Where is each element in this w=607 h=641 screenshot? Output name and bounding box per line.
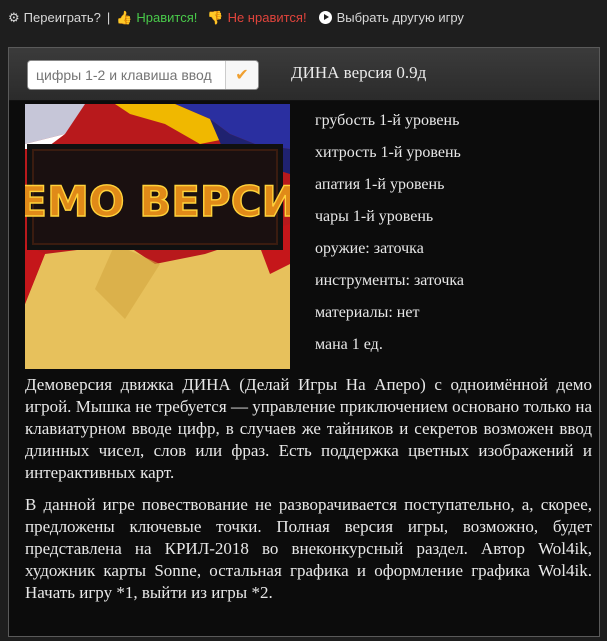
game-panel: ✔ ДИНА версия 0.9д ДЕМО ВЕРСИЯ (8, 47, 600, 637)
like-label: Нравится! (136, 9, 198, 25)
panel-header: ✔ ДИНА версия 0.9д (9, 48, 599, 101)
stat-cunning: хитрость 1-й уровень (315, 144, 461, 161)
art-caption: ДЕМО ВЕРСИЯ (25, 177, 290, 226)
demo-version-image: ДЕМО ВЕРСИЯ (25, 104, 290, 369)
stat-mana: мана 1 ед. (315, 336, 383, 353)
demo-art: ДЕМО ВЕРСИЯ (25, 104, 290, 369)
replay-label: Переиграть? (23, 9, 101, 25)
dislike-button[interactable]: 👎 Не нравится! (207, 10, 306, 25)
stat-apathy: апатия 1-й уровень (315, 176, 445, 193)
thumbs-down-icon: 👎 (207, 9, 224, 25)
game-title: ДИНА версия 0.9д (291, 63, 427, 82)
gear-icon: ⚙ (8, 9, 20, 25)
top-toolbar: ⚙ Переиграть? | 👍 Нравится! 👎 Не нравитс… (0, 0, 607, 34)
description-paragraph-1: Демоверсия движка ДИНА (Делай Игры На Ап… (25, 375, 592, 482)
stat-coarseness: грубость 1-й уровень (315, 112, 460, 129)
command-input[interactable] (28, 61, 225, 89)
choose-game-label: Выбрать другую игру (336, 9, 464, 25)
command-box: ✔ (27, 60, 259, 90)
replay-link[interactable]: ⚙ Переиграть? (8, 10, 101, 25)
play-icon (318, 10, 332, 24)
stats-list: грубость 1-й уровень хитрость 1-й уровен… (315, 112, 595, 368)
stat-charm: чары 1-й уровень (315, 208, 434, 225)
like-button[interactable]: 👍 Нравится! (116, 10, 197, 25)
stat-weapon: оружие: заточка (315, 240, 424, 257)
dislike-label: Не нравится! (227, 9, 307, 25)
stat-materials: материалы: нет (315, 304, 420, 321)
thumbs-up-icon: 👍 (116, 9, 133, 25)
stat-tools: инструменты: заточка (315, 272, 465, 289)
submit-button[interactable]: ✔ (225, 61, 258, 89)
checkmark-icon: ✔ (235, 67, 249, 84)
choose-game-link[interactable]: Выбрать другую игру (318, 9, 464, 25)
description-paragraph-2: В данной игре повествование не разворачи… (25, 495, 592, 602)
game-description: Демоверсия движка ДИНА (Делай Игры На Ап… (25, 374, 592, 614)
separator: | (106, 9, 111, 25)
